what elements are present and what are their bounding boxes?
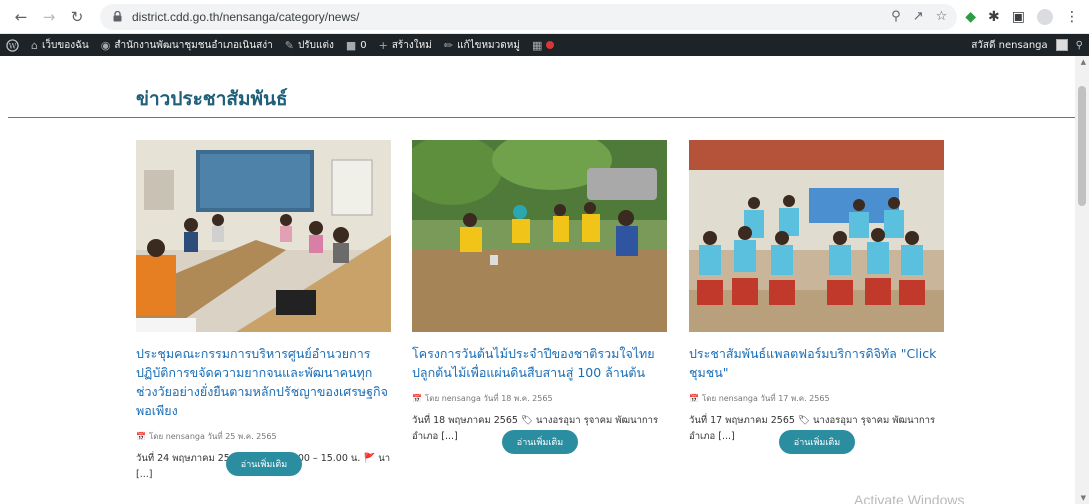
scroll-down-icon[interactable]: ▼: [1081, 494, 1086, 502]
read-more-button[interactable]: อ่านเพิ่มเติม: [226, 452, 302, 476]
site-name-link[interactable]: ◉ สำนักงานพัฒนาชุมชนอำเภอเนินสง่า: [101, 38, 273, 53]
news-card: โครงการวันต้นไม้ประจำปีของชาติรวมใจไทยปล…: [412, 140, 667, 445]
search-icon[interactable]: ⚲: [1076, 40, 1083, 51]
back-icon[interactable]: ←: [10, 6, 32, 28]
reload-icon[interactable]: ↻: [66, 6, 88, 28]
news-image-click-chumchon[interactable]: [689, 140, 944, 332]
lock-icon[interactable]: [110, 10, 124, 24]
svg-text:W: W: [9, 41, 17, 50]
url-text[interactable]: district.cdd.go.th/nensanga/category/new…: [132, 10, 891, 24]
read-more-button[interactable]: อ่านเพิ่มเติม: [779, 430, 855, 454]
scroll-up-icon[interactable]: ▲: [1081, 58, 1086, 66]
address-bar[interactable]: district.cdd.go.th/nensanga/category/new…: [100, 3, 958, 30]
news-image-meeting[interactable]: [136, 140, 391, 332]
post-meta: 📅 โดย nensanga วันที่ 25 พ.ค. 2565: [136, 432, 277, 441]
plus-icon: +: [378, 38, 388, 52]
edit-category-link[interactable]: ✏ แก้ไขหมวดหมู่: [444, 38, 520, 53]
news-image-tree-planting[interactable]: [412, 140, 667, 332]
news-card: ประชุมคณะกรรมการบริหารศูนย์อำนวยการปฏิบั…: [136, 140, 391, 483]
news-title-link[interactable]: ประชาสัมพันธ์แพลตฟอร์มบริการดิจิทัล "Cli…: [689, 344, 944, 382]
zoom-icon[interactable]: ⚲: [891, 9, 901, 24]
extension-colorful-icon[interactable]: ◆: [965, 9, 976, 25]
my-sites-link[interactable]: ⌂ เว็บของฉัน: [31, 38, 89, 53]
updraft-icon[interactable]: ▦: [532, 39, 555, 52]
news-card: ประชาสัมพันธ์แพลตฟอร์มบริการดิจิทัล "Cli…: [689, 140, 944, 445]
vertical-scrollbar[interactable]: ▲ ▼: [1075, 56, 1089, 504]
news-title-link[interactable]: โครงการวันต้นไม้ประจำปีของชาติรวมใจไทยปล…: [412, 344, 667, 382]
browser-toolbar: ← → ↻ district.cdd.go.th/nensanga/catego…: [0, 0, 1089, 34]
home-icon: ⌂: [31, 38, 38, 52]
wordpress-logo-icon[interactable]: W: [6, 38, 19, 52]
side-panel-icon[interactable]: ▣: [1012, 9, 1025, 25]
wp-admin-bar: W ⌂ เว็บของฉัน ◉ สำนักงานพัฒนาชุมชนอำเภอ…: [0, 34, 1089, 56]
customize-link[interactable]: ✎ ปรับแต่ง: [285, 38, 334, 53]
bookmark-star-icon[interactable]: ☆: [936, 9, 948, 24]
account-greeting[interactable]: สวัสดี nensanga: [971, 38, 1047, 53]
post-meta: 📅 โดย nensanga วันที่ 18 พ.ค. 2565: [412, 394, 553, 403]
post-meta: 📅 โดย nensanga วันที่ 17 พ.ค. 2565: [689, 394, 830, 403]
page-content: ข่าวประชาสัมพันธ์ ประชุมคณะกรรมการบริหาร…: [0, 56, 1089, 504]
page-title: ข่าวประชาสัมพันธ์: [136, 88, 288, 110]
profile-avatar-icon[interactable]: [1037, 8, 1053, 25]
notification-dot: [546, 41, 555, 49]
read-more-button[interactable]: อ่านเพิ่มเติม: [502, 430, 578, 454]
share-icon[interactable]: ↗: [913, 9, 924, 24]
forward-icon[interactable]: →: [38, 6, 60, 28]
avatar[interactable]: [1055, 39, 1068, 51]
activate-windows-watermark: Activate Windows: [854, 492, 965, 504]
extensions-puzzle-icon[interactable]: ✱: [988, 9, 1000, 25]
calendar-icon: 📅: [689, 394, 699, 403]
scroll-thumb[interactable]: [1078, 86, 1086, 206]
comment-bubble-icon: ■: [345, 38, 357, 52]
news-title-link[interactable]: ประชุมคณะกรรมการบริหารศูนย์อำนวยการปฏิบั…: [136, 344, 391, 420]
calendar-icon: 📅: [136, 432, 146, 441]
title-divider: [8, 117, 1075, 118]
menu-kebab-icon[interactable]: ⋮: [1065, 9, 1079, 25]
dashboard-icon: ◉: [100, 38, 111, 52]
pencil-icon: ✏: [443, 38, 454, 52]
comments-link[interactable]: ■ 0: [346, 39, 367, 52]
new-content-link[interactable]: + สร้างใหม่: [379, 38, 432, 53]
calendar-icon: 📅: [412, 394, 422, 403]
brush-icon: ✎: [284, 38, 294, 52]
